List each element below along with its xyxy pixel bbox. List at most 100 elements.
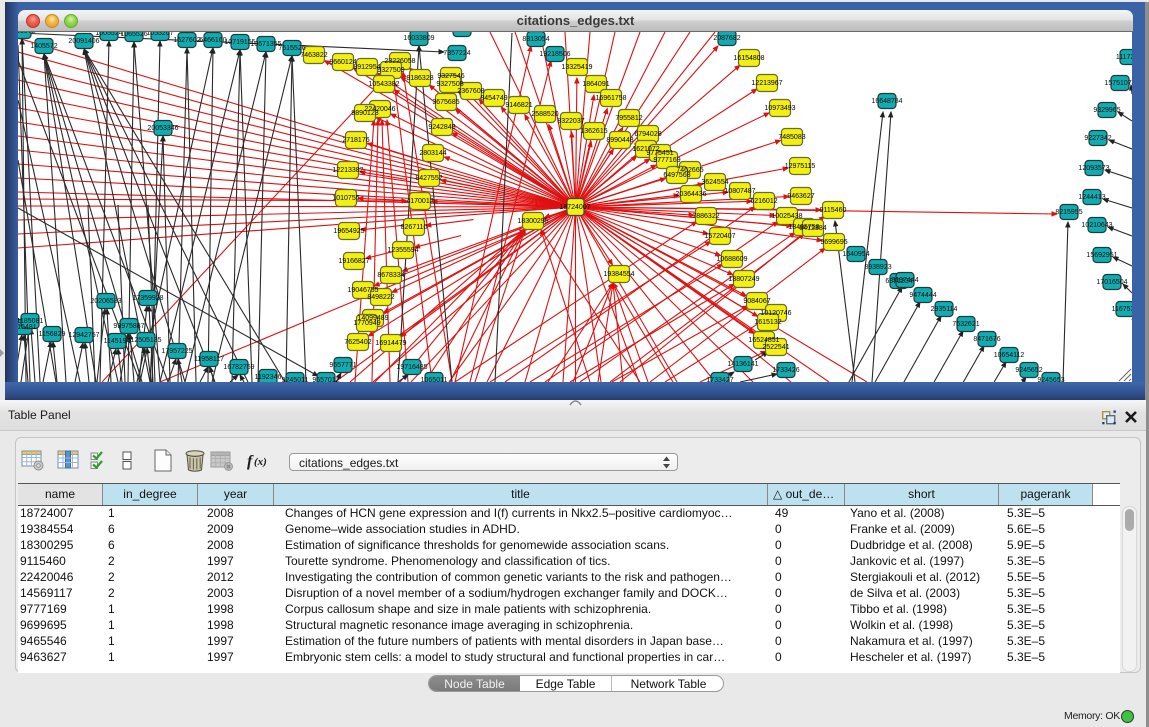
svg-text:12975115: 12975115 (785, 163, 816, 170)
svg-text:7625402: 7625402 (344, 339, 371, 346)
svg-text:19046755: 19046755 (347, 287, 378, 294)
svg-text:9245653: 9245653 (1037, 377, 1064, 382)
svg-text:7357224: 7357224 (443, 50, 470, 57)
svg-text:8215955: 8215955 (1055, 209, 1082, 216)
svg-text:12355594: 12355594 (387, 247, 418, 254)
svg-text:1167533: 1167533 (1112, 306, 1132, 313)
svg-text:9115460: 9115460 (820, 207, 847, 214)
svg-text:17957225: 17957225 (161, 348, 192, 355)
svg-text:9657012: 9657012 (312, 377, 339, 382)
svg-text:1770949: 1770949 (353, 320, 380, 327)
svg-text:1527602: 1527602 (173, 37, 200, 44)
svg-text:9777169: 9777169 (653, 157, 680, 164)
svg-text:2522541: 2522541 (762, 344, 789, 351)
svg-text:4170012: 4170012 (406, 198, 433, 205)
svg-text:8322037: 8322037 (557, 118, 584, 125)
svg-text:17016504: 17016504 (1096, 279, 1127, 286)
svg-text:16648784: 16648784 (871, 98, 902, 105)
svg-text:7463822: 7463822 (300, 52, 327, 59)
svg-text:9775451: 9775451 (646, 150, 673, 157)
svg-text:18807249: 18807249 (728, 276, 759, 283)
svg-text:7955812: 7955812 (615, 115, 642, 122)
svg-text:1244413: 1244413 (1078, 194, 1105, 201)
svg-text:8938923: 8938923 (864, 264, 891, 271)
svg-text:7485083: 7485083 (778, 134, 805, 141)
svg-text:10688609: 10688609 (716, 256, 747, 263)
svg-text:3315481: 3315481 (18, 324, 37, 331)
svg-text:10025438: 10025438 (771, 213, 802, 220)
svg-text:2588520: 2588520 (531, 111, 558, 118)
svg-text:11958117: 11958117 (194, 356, 224, 363)
svg-text:8678334: 8678334 (377, 272, 404, 279)
svg-text:15751074: 15751074 (1104, 80, 1132, 87)
svg-text:2718176: 2718176 (342, 137, 369, 144)
svg-text:2087682: 2087682 (713, 35, 740, 42)
svg-text:19166827: 19166827 (338, 258, 369, 265)
svg-text:23226058: 23226058 (384, 58, 415, 65)
svg-text:1864091: 1864091 (582, 81, 609, 88)
svg-text:16914479: 16914479 (375, 340, 406, 347)
svg-text:2935114: 2935114 (931, 306, 958, 313)
svg-text:19218506: 19218506 (539, 51, 570, 58)
svg-text:8427552: 8427552 (415, 175, 442, 182)
svg-text:8412384: 8412384 (799, 225, 826, 232)
svg-text:8454749: 8454749 (480, 95, 507, 102)
svg-text:1640954: 1640954 (842, 251, 869, 258)
svg-text:8267110: 8267110 (401, 224, 428, 231)
svg-text:6794028: 6794028 (634, 131, 661, 138)
svg-text:17359928: 17359928 (132, 295, 163, 302)
svg-text:19384554: 19384554 (603, 271, 634, 278)
svg-text:1405572: 1405572 (30, 43, 57, 50)
svg-text:2803144: 2803144 (419, 150, 446, 157)
svg-text:19716485: 19716485 (396, 364, 427, 371)
svg-text:9699695: 9699695 (820, 239, 847, 246)
svg-text:9197444: 9197444 (891, 277, 918, 284)
svg-text:14136141: 14136141 (727, 361, 758, 368)
svg-text:12213382: 12213382 (332, 167, 363, 174)
svg-text:1117233: 1117233 (1116, 54, 1132, 61)
svg-text:7632621: 7632621 (952, 321, 979, 328)
svg-text:12213967: 12213967 (751, 80, 782, 87)
svg-text:1145194: 1145194 (104, 338, 131, 345)
svg-text:8498222: 8498222 (367, 294, 394, 301)
svg-text:3624554: 3624554 (701, 179, 728, 186)
svg-text:9227342: 9227342 (1084, 135, 1111, 142)
svg-text:6466160: 6466160 (199, 37, 226, 44)
svg-text:1065526: 1065526 (120, 32, 147, 38)
svg-text:(x): (x) (254, 456, 267, 468)
svg-text:10973493: 10973493 (764, 105, 795, 112)
svg-text:10807487: 10807487 (724, 188, 755, 195)
svg-text:2367608: 2367608 (457, 88, 484, 95)
svg-text:9329965: 9329965 (1093, 107, 1120, 114)
svg-text:20091406: 20091406 (68, 38, 99, 45)
svg-text:6497568: 6497568 (663, 172, 690, 179)
svg-text:10654112: 10654112 (994, 352, 1025, 359)
svg-text:20364436: 20364436 (675, 191, 706, 198)
svg-text:1733427: 1733427 (706, 377, 733, 382)
svg-text:9463627: 9463627 (787, 193, 814, 200)
svg-text:3675685: 3675685 (432, 99, 459, 106)
svg-text:6216012: 6216012 (750, 198, 777, 205)
svg-text:9327509: 9327509 (377, 67, 404, 74)
svg-text:1733426: 1733426 (772, 367, 799, 374)
svg-text:8471676: 8471676 (973, 336, 1000, 343)
svg-text:13325419: 13325419 (561, 64, 592, 71)
svg-text:16782759: 16782759 (223, 364, 254, 371)
svg-text:16524851: 16524851 (748, 337, 779, 344)
svg-text:16154808: 16154808 (733, 55, 764, 62)
svg-text:9242848: 9242848 (428, 124, 455, 131)
svg-text:93975887: 93975887 (113, 323, 144, 330)
svg-text:12505135: 12505135 (130, 337, 161, 344)
svg-text:9146821: 9146821 (505, 102, 532, 109)
svg-text:20206533: 20206533 (90, 298, 121, 305)
svg-text:15720407: 15720407 (704, 233, 735, 240)
svg-text:1065011: 1065011 (421, 377, 448, 382)
svg-text:1055267: 1055267 (146, 32, 173, 37)
svg-text:1362615: 1362615 (580, 128, 607, 135)
svg-text:1405572: 1405572 (18, 32, 36, 35)
svg-text:1010755: 1010755 (332, 195, 359, 202)
svg-text:9245652: 9245652 (1015, 367, 1042, 374)
svg-text:10671355: 10671355 (250, 41, 281, 48)
svg-text:1605524: 1605524 (95, 32, 122, 37)
svg-text:18300295: 18300295 (517, 218, 548, 225)
